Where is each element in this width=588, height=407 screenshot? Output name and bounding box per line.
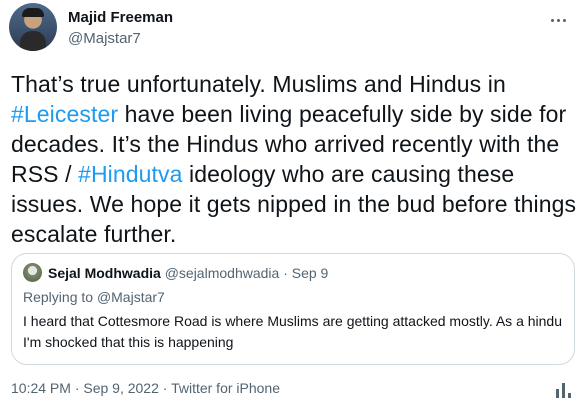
replying-to: Replying to @Majstar7	[23, 289, 165, 305]
tweet-line: That’s true unfortunately. Muslims and H…	[11, 69, 579, 99]
tweet-text-segment: ideology who are causing these	[182, 161, 515, 187]
author-display-name[interactable]: Majid Freeman	[68, 9, 173, 26]
tweet-text-segment: escalate further.	[11, 221, 177, 247]
tweet-metadata[interactable]: 10:24 PM · Sep 9, 2022 · Twitter for iPh…	[11, 380, 280, 396]
hashtag-leicester-link[interactable]: #Leicester	[11, 101, 118, 127]
replying-to-handle: @Majstar7	[96, 289, 165, 305]
tweet-text-segment: That’s true unfortunately. Muslims and H…	[11, 71, 506, 97]
tweet-line: RSS / #Hindutva ideology who are causing…	[11, 159, 579, 189]
quoted-tweet[interactable]: Sejal Modhwadia @sejalmodhwadia · Sep 9 …	[11, 253, 575, 365]
author-handle[interactable]: @Majstar7	[68, 30, 141, 47]
more-icon[interactable]	[544, 6, 572, 34]
quoted-tweet-header: Sejal Modhwadia @sejalmodhwadia · Sep 9	[48, 265, 328, 281]
quoted-author-avatar	[23, 263, 42, 282]
tweet-line: escalate further.	[11, 219, 579, 249]
tweet-line: #Leicester have been living peacefully s…	[11, 99, 579, 129]
tweet-text-segment: RSS /	[11, 161, 79, 187]
analytics-icon[interactable]	[556, 380, 572, 398]
author-avatar[interactable]	[9, 3, 57, 51]
quoted-author-meta: @sejalmodhwadia · Sep 9	[164, 265, 329, 281]
tweet-line: decades. It’s the Hindus who arrived rec…	[11, 129, 579, 159]
tweet-text-segment: issues. We hope it gets nipped in the bu…	[11, 191, 577, 217]
replying-to-prefix: Replying to	[23, 289, 97, 305]
tweet-text-segment: decades. It’s the Hindus who arrived rec…	[11, 131, 560, 157]
quoted-author-name: Sejal Modhwadia	[48, 265, 161, 281]
tweet-text-segment: have been living peacefully side by side…	[118, 101, 567, 127]
hashtag-hindutva-link[interactable]: #Hindutva	[78, 161, 182, 187]
tweet-text: That’s true unfortunately. Muslims and H…	[11, 69, 579, 249]
quoted-tweet-text: I heard that Cottesmore Road is where Mu…	[23, 313, 562, 350]
tweet-line: issues. We hope it gets nipped in the bu…	[11, 189, 579, 219]
